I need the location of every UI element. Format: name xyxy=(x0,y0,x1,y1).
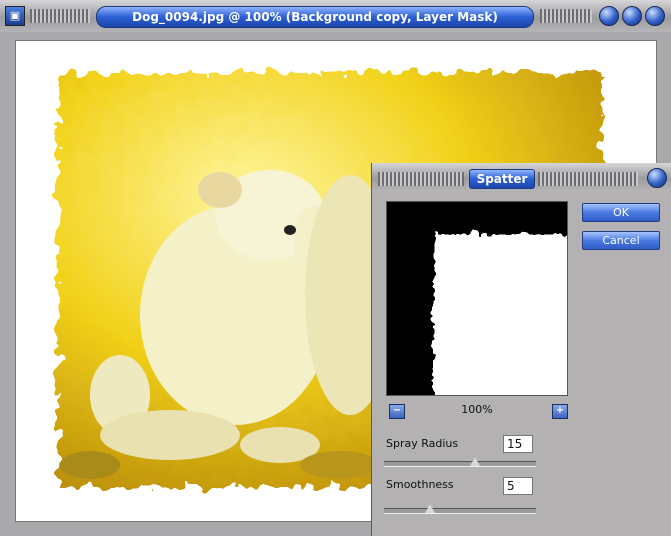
dialog-grip-right xyxy=(538,172,638,186)
dialog-close-button[interactable] xyxy=(647,168,667,188)
dialog-grip-left xyxy=(378,172,464,186)
dialog-title-bar[interactable]: Spatter xyxy=(372,163,671,191)
spatter-dialog: Spatter OK Cancel − 100% + Spray Radius … xyxy=(371,163,671,536)
title-grip-right xyxy=(540,9,592,23)
photo-app-icon[interactable]: ▣ xyxy=(5,6,25,26)
cancel-button[interactable]: Cancel xyxy=(582,231,660,250)
maximize-button[interactable] xyxy=(622,6,642,26)
spray-radius-slider[interactable] xyxy=(384,457,536,467)
smoothness-label: Smoothness xyxy=(386,478,454,491)
smoothness-input[interactable]: 5 xyxy=(503,477,533,495)
filter-preview[interactable] xyxy=(386,201,568,396)
minimize-button[interactable] xyxy=(599,6,619,26)
zoom-level: 100% xyxy=(461,403,493,416)
close-button[interactable] xyxy=(645,6,665,26)
title-grip-left xyxy=(30,9,90,23)
dialog-title: Spatter xyxy=(469,169,535,189)
smoothness-slider-thumb[interactable] xyxy=(424,504,435,513)
ok-button[interactable]: OK xyxy=(582,203,660,222)
spray-radius-input[interactable]: 15 xyxy=(503,435,533,453)
zoom-in-button[interactable]: + xyxy=(552,404,568,419)
spray-radius-slider-thumb[interactable] xyxy=(470,457,481,466)
window-title: Dog_0094.jpg @ 100% (Background copy, La… xyxy=(96,6,534,28)
window-title-bar[interactable]: ▣ Dog_0094.jpg @ 100% (Background copy, … xyxy=(0,0,671,32)
spray-radius-label: Spray Radius xyxy=(386,437,459,450)
smoothness-slider[interactable] xyxy=(384,504,536,514)
